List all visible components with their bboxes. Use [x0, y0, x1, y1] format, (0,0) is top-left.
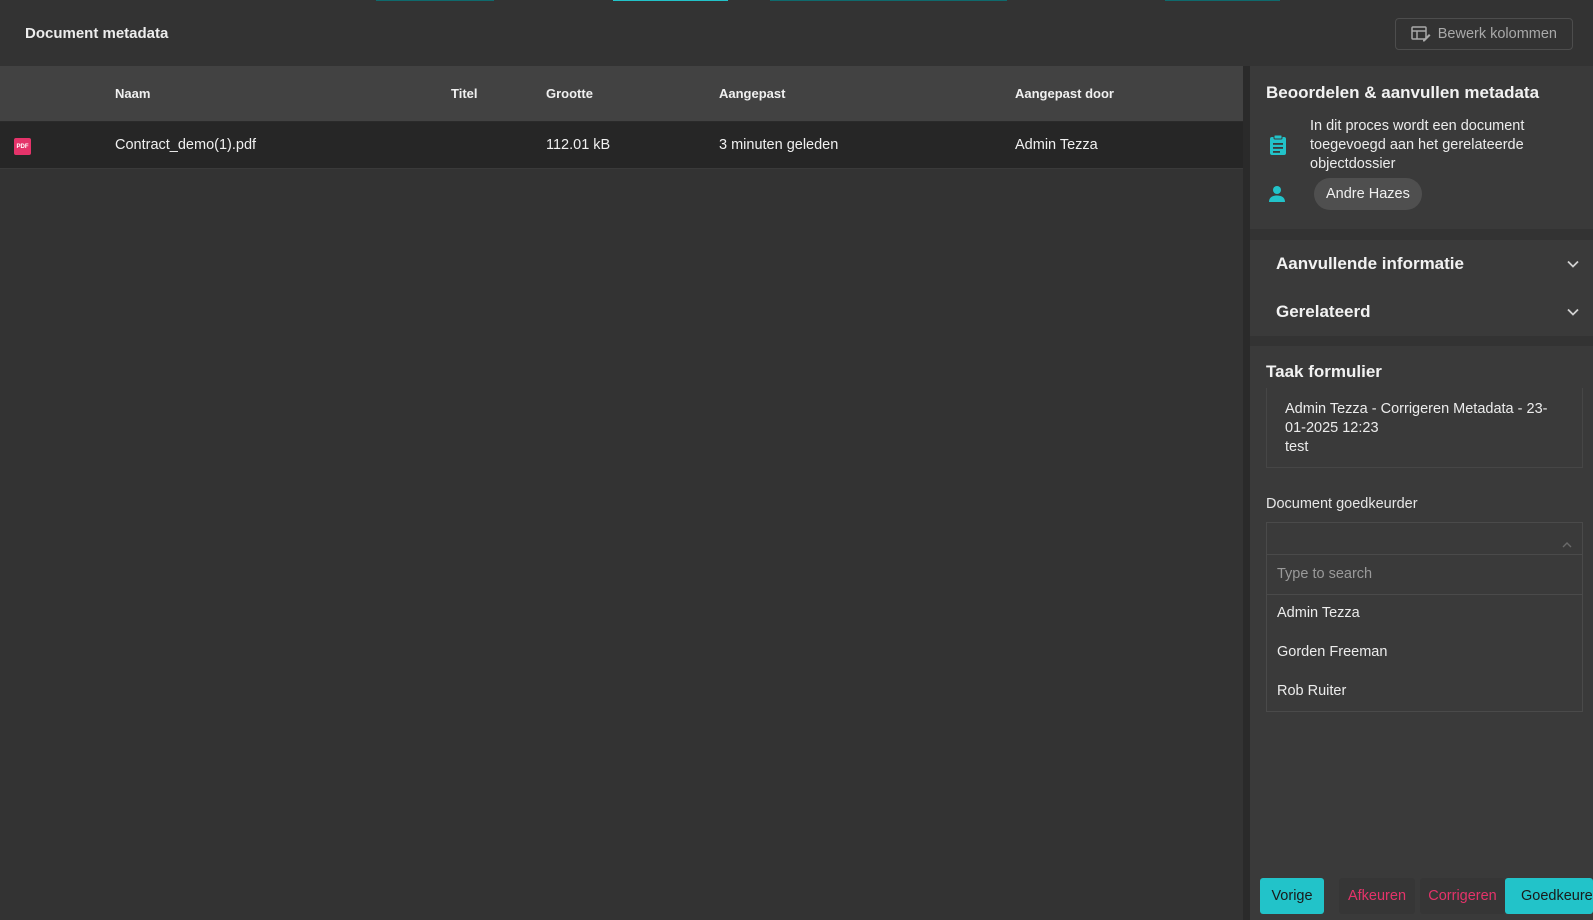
cell-size: 112.01 kB: [546, 137, 611, 153]
task-comment-body: test: [1285, 439, 1309, 455]
approver-select[interactable]: [1266, 522, 1583, 555]
table-edit-icon: [1410, 25, 1431, 43]
approver-option[interactable]: Admin Tezza: [1267, 595, 1582, 634]
cell-modified: 3 minuten geleden: [719, 137, 839, 153]
reject-button[interactable]: Afkeuren: [1339, 878, 1415, 914]
accordion-related[interactable]: Gerelateerd: [1250, 288, 1593, 336]
column-header-size[interactable]: Grootte: [546, 86, 593, 101]
approve-button[interactable]: Goedkeuren: [1505, 878, 1593, 914]
chevron-down-icon: [1567, 255, 1579, 273]
accordion-label: Aanvullende informatie: [1276, 254, 1464, 273]
table-header: Naam Titel Grootte Aangepast Aangepast d…: [0, 66, 1243, 122]
pdf-file-icon: PDF: [14, 138, 31, 155]
action-buttons: Vorige Afkeuren Corrigeren Goedkeuren: [1250, 878, 1593, 914]
approver-option[interactable]: Rob Ruiter: [1267, 673, 1582, 712]
approver-dropdown: Type to search Admin Tezza Gorden Freema…: [1266, 555, 1583, 712]
documents-table: Naam Titel Grootte Aangepast Aangepast d…: [0, 66, 1243, 169]
column-header-modified[interactable]: Aangepast: [719, 86, 785, 101]
task-form-title: Taak formulier: [1266, 362, 1382, 381]
column-header-title[interactable]: Titel: [451, 86, 478, 101]
column-header-modified-by[interactable]: Aangepast door: [1015, 86, 1114, 101]
accordion-label: Gerelateerd: [1276, 302, 1371, 321]
panel-divider[interactable]: [1243, 66, 1250, 920]
review-description: In dit proces wordt een document toegevo…: [1310, 118, 1525, 172]
table-row[interactable]: PDF Contract_demo(1).pdf 112.01 kB 3 min…: [0, 122, 1243, 169]
task-comment: Admin Tezza - Corrigeren Metadata - 23-0…: [1266, 388, 1583, 468]
person-icon: [1268, 185, 1286, 208]
accordion-additional-info[interactable]: Aanvullende informatie: [1250, 240, 1593, 288]
edit-columns-button[interactable]: Bewerk kolommen: [1394, 17, 1573, 50]
column-header-name[interactable]: Naam: [115, 86, 150, 101]
chevron-down-icon: [1567, 303, 1579, 321]
chevron-up-icon: [1562, 535, 1572, 553]
task-form-panel: Taak formulier Admin Tezza - Corrigeren …: [1250, 346, 1593, 920]
edit-columns-label: Bewerk kolommen: [1437, 25, 1557, 42]
approver-field-label: Document goedkeurder: [1266, 496, 1418, 512]
previous-button[interactable]: Vorige: [1260, 878, 1324, 914]
clipboard-icon: [1268, 134, 1288, 161]
approver-option[interactable]: Gorden Freeman: [1267, 634, 1582, 673]
approver-search-input[interactable]: Type to search: [1267, 555, 1582, 595]
cell-name: Contract_demo(1).pdf: [115, 137, 257, 153]
task-comment-header: Admin Tezza - Corrigeren Metadata - 23-0…: [1285, 401, 1548, 436]
page-header: Document metadata Bewerk kolommen: [0, 2, 1593, 65]
cell-modified-by: Admin Tezza: [1015, 137, 1098, 153]
review-panel: Beoordelen & aanvullen metadata In dit p…: [1250, 66, 1593, 229]
review-panel-title: Beoordelen & aanvullen metadata: [1266, 83, 1540, 102]
page-title: Document metadata: [25, 25, 169, 42]
correct-button[interactable]: Corrigeren: [1420, 878, 1505, 914]
accordion-panel: Aanvullende informatie Gerelateerd: [1250, 240, 1593, 336]
assignee-chip[interactable]: Andre Hazes: [1314, 178, 1422, 210]
